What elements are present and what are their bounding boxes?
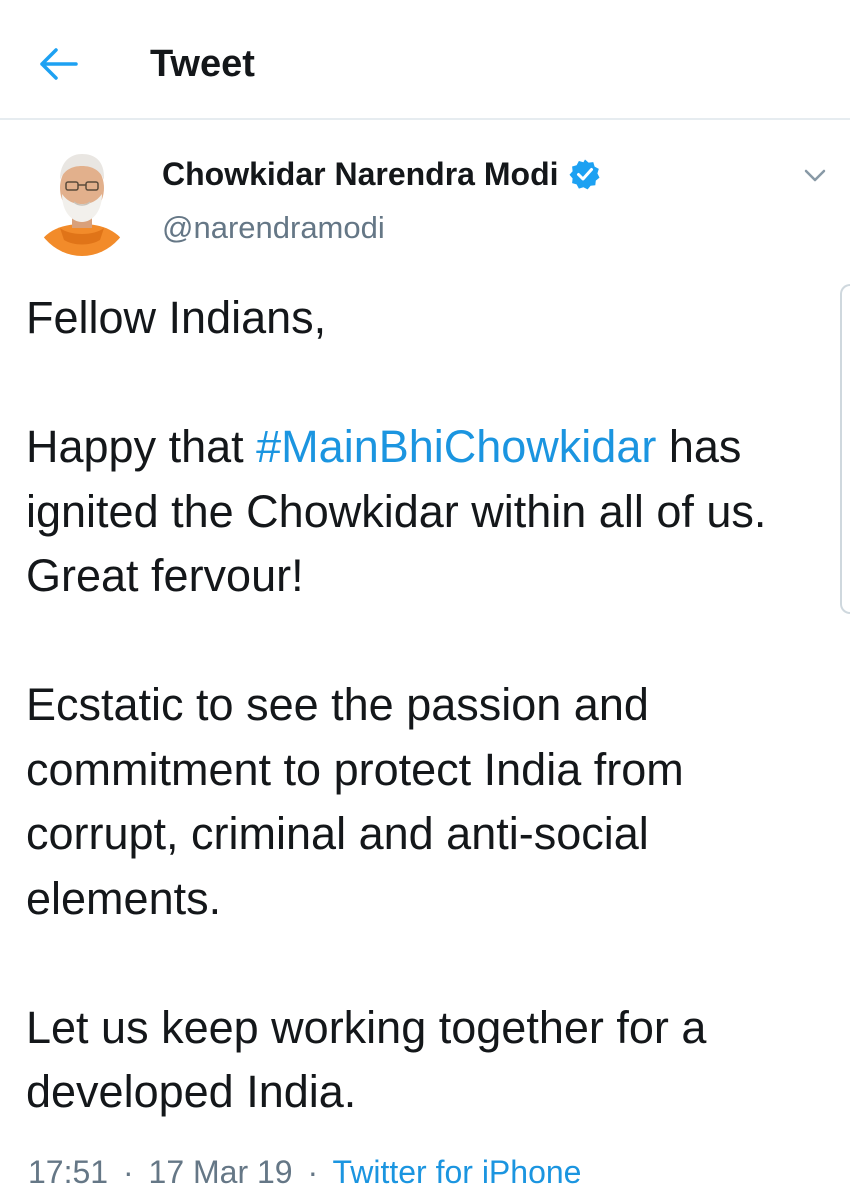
profile-photo: [30, 140, 134, 256]
meta-separator: ·: [122, 1154, 134, 1190]
tweet-text-segment: Happy that: [26, 421, 257, 472]
author-name[interactable]: Chowkidar Narendra Modi: [162, 152, 559, 196]
avatar[interactable]: [30, 140, 134, 256]
top-app-bar: Tweet: [0, 0, 850, 120]
page-title: Tweet: [150, 43, 255, 85]
author-name-row[interactable]: Chowkidar Narendra Modi: [162, 152, 601, 196]
arrow-left-icon: [40, 48, 78, 80]
tweet-paragraph: Ecstatic to see the passion and commitme…: [26, 673, 826, 931]
author-handle[interactable]: @narendramodi: [162, 208, 385, 248]
tweet-time: 17:51: [28, 1154, 109, 1190]
tweet-options-button[interactable]: [798, 158, 832, 192]
hashtag-link[interactable]: #MainBhiChowkidar: [256, 421, 656, 472]
tweet-text-segment: Fellow Indians,: [26, 292, 327, 343]
chevron-down-icon: [804, 169, 826, 182]
tweet-text-segment: Ecstatic to see the passion and commitme…: [26, 679, 684, 924]
tweet-text: Fellow Indians, Happy that #MainBhiChowk…: [26, 286, 826, 1125]
tweet-text-segment: Let us keep working together for a devel…: [26, 1001, 707, 1118]
verified-badge-icon: [569, 158, 601, 190]
back-button[interactable]: [36, 44, 80, 84]
tweet-source-link[interactable]: Twitter for iPhone: [332, 1154, 581, 1190]
tweet-paragraph: Happy that #MainBhiChowkidar has ignited…: [26, 415, 826, 609]
tweet-paragraph: Fellow Indians,: [26, 286, 826, 351]
tweet-meta: 17:51 · 17 Mar 19 · Twitter for iPhone: [28, 1152, 581, 1192]
scroll-edge-indicator: [840, 284, 850, 614]
meta-separator: ·: [307, 1154, 319, 1190]
tweet-date: 17 Mar 19: [148, 1154, 293, 1190]
tweet-paragraph: Let us keep working together for a devel…: [26, 996, 826, 1125]
